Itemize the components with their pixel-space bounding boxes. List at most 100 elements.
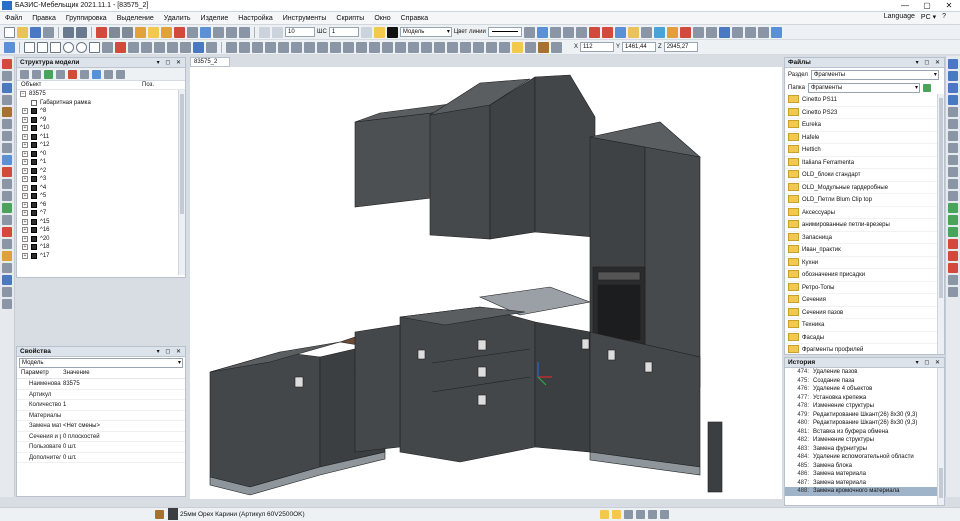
property-row[interactable]: Замена мат <Нет смены> — [17, 421, 185, 432]
tree-item[interactable]: + ^1 — [17, 158, 185, 167]
texture-icon[interactable] — [948, 203, 958, 213]
tree-item[interactable]: + ^11 — [17, 133, 185, 142]
column-object[interactable]: Объект — [17, 81, 142, 89]
y-coordinate-input[interactable]: 1461,44 — [622, 42, 657, 52]
scissors-icon[interactable] — [115, 41, 126, 53]
rectangle-icon[interactable] — [50, 41, 61, 53]
zoom-out-icon[interactable] — [948, 119, 958, 129]
door-icon[interactable] — [2, 107, 12, 117]
tree-item[interactable]: + ^7 — [17, 209, 185, 218]
window-select-icon[interactable] — [226, 26, 237, 38]
snap-u-icon[interactable] — [486, 41, 497, 53]
tool-i-icon[interactable] — [705, 26, 717, 38]
file-folder-item[interactable]: Сечения пазов — [785, 307, 944, 319]
tree-frame[interactable]: Габаритная рамка — [17, 99, 185, 108]
snap-t-icon[interactable] — [473, 41, 484, 53]
view-left-icon[interactable] — [948, 83, 958, 93]
file-folder-item[interactable]: Hafele — [785, 132, 944, 144]
profile-icon[interactable] — [2, 131, 12, 141]
chamfer-icon[interactable] — [141, 41, 152, 53]
file-folder-item[interactable]: OLD_Петли Blum Clip top — [785, 194, 944, 207]
snap-a-icon[interactable] — [226, 41, 237, 53]
snap-status-icon[interactable] — [600, 510, 609, 519]
tool-c-icon[interactable] — [601, 26, 613, 38]
sphere-icon[interactable] — [2, 251, 12, 261]
fastener-icon[interactable] — [2, 167, 12, 177]
snap-o-icon[interactable] — [408, 41, 419, 53]
tree-item[interactable]: + ^10 — [17, 124, 185, 133]
cloud-icon[interactable] — [614, 26, 626, 38]
color-swatch-icon[interactable] — [386, 26, 398, 38]
tool-d-icon[interactable] — [640, 26, 652, 38]
history-item[interactable]: 482: Изменение структуры — [785, 436, 944, 445]
file-folder-item[interactable]: Cinetto PS23 — [785, 107, 944, 119]
shc-input[interactable]: 1 — [328, 27, 359, 37]
wireframe-icon[interactable] — [948, 167, 958, 177]
tree-item[interactable]: + ^2 — [17, 167, 185, 176]
print-icon[interactable] — [43, 26, 54, 38]
groove-icon[interactable] — [2, 239, 12, 249]
z-coordinate-input[interactable]: 2945,27 — [663, 42, 698, 52]
tree-tool-icon[interactable] — [80, 69, 89, 79]
menu-scripts[interactable]: Скрипты — [331, 15, 369, 22]
tree-scrollbar[interactable] — [178, 90, 185, 275]
tree-item[interactable]: + ^18 — [17, 243, 185, 252]
layers-icon[interactable] — [259, 26, 270, 38]
mirror-icon[interactable] — [549, 26, 561, 38]
snap-h-icon[interactable] — [317, 41, 328, 53]
trim-icon[interactable] — [102, 41, 113, 53]
tree-item[interactable]: + ^0 — [17, 150, 185, 159]
wall-icon[interactable] — [2, 83, 12, 93]
refresh-icon[interactable] — [923, 83, 931, 92]
property-value[interactable] — [61, 411, 63, 421]
new-file-icon[interactable] — [4, 26, 15, 38]
camera-icon[interactable] — [948, 275, 958, 285]
shaded-icon[interactable] — [948, 179, 958, 189]
cut-icon[interactable] — [96, 26, 107, 38]
history-item[interactable]: 475: Создание паза — [785, 377, 944, 386]
render-icon[interactable] — [948, 191, 958, 201]
file-folder-item[interactable]: Hettich — [785, 144, 944, 157]
panel-controls[interactable]: ▾ ◻ ✕ — [916, 358, 942, 368]
tree-item[interactable]: + ^8 — [17, 107, 185, 116]
pc-menu[interactable]: PC ▾ — [921, 13, 936, 21]
expand-icon[interactable]: + — [22, 227, 28, 233]
tool-b-icon[interactable] — [588, 26, 600, 38]
snap-j-icon[interactable] — [343, 41, 354, 53]
history-item[interactable]: 478: Изменение структуры — [785, 402, 944, 411]
body-icon[interactable] — [2, 155, 12, 165]
expand-icon[interactable]: + — [22, 133, 28, 140]
line-width-input[interactable]: 10 — [285, 27, 315, 37]
file-folder-item[interactable]: Сечения — [785, 294, 944, 307]
expand-icon[interactable]: + — [22, 201, 28, 208]
snap-r-icon[interactable] — [447, 41, 458, 53]
file-folder-item[interactable]: Cinetto PS11 — [785, 94, 944, 107]
history-scrollbar[interactable] — [937, 368, 944, 505]
line-type-select[interactable] — [487, 27, 522, 37]
cut-panel-icon[interactable] — [2, 227, 12, 237]
tool-g-icon[interactable] — [679, 26, 691, 38]
file-folder-item[interactable]: Техника — [785, 319, 944, 332]
history-item[interactable]: 474: Удаление пазов — [785, 368, 944, 377]
tree-item[interactable]: + ^9 — [17, 116, 185, 125]
line-icon[interactable] — [24, 41, 35, 53]
tree-item[interactable]: + ^15 — [17, 218, 185, 227]
undo-icon[interactable] — [63, 26, 74, 38]
folder-select[interactable]: Фрагменты — [808, 82, 920, 93]
snap-n-icon[interactable] — [395, 41, 406, 53]
tree-tool-icon[interactable] — [92, 69, 101, 79]
circle-icon[interactable] — [63, 41, 74, 53]
back-panel-icon[interactable] — [2, 95, 12, 105]
history-item[interactable]: 476: Удаление 4 объектов — [785, 385, 944, 394]
menu-file[interactable]: Файл — [0, 15, 27, 22]
tree-tool-icon[interactable] — [116, 69, 125, 79]
expand-icon[interactable]: + — [22, 235, 28, 242]
save-icon[interactable] — [30, 26, 41, 38]
text-icon[interactable] — [193, 41, 204, 53]
snap-d-icon[interactable] — [265, 41, 276, 53]
polygon-icon[interactable] — [89, 41, 100, 53]
expand-icon[interactable]: + — [22, 116, 28, 123]
snap-q-icon[interactable] — [434, 41, 445, 53]
3d-viewport[interactable] — [190, 67, 782, 499]
history-item[interactable]: 481: Вставка из буфера обмена — [785, 428, 944, 437]
